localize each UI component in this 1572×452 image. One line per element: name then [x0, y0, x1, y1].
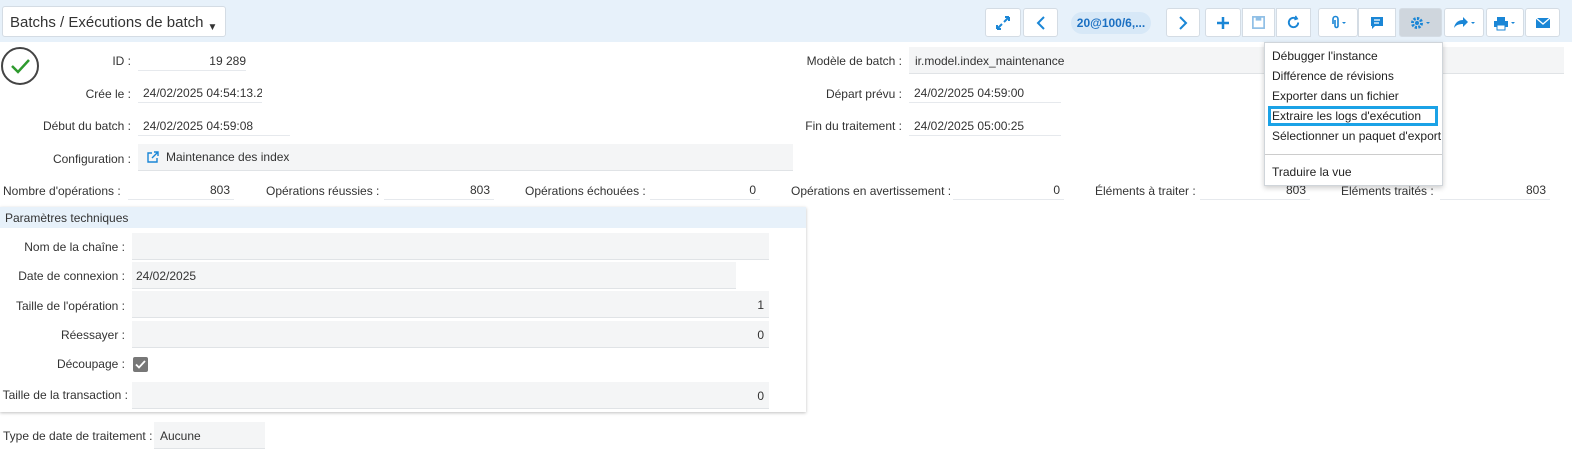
failed-operations-label: Opérations échouées : — [525, 184, 646, 198]
date-type-value[interactable]: Aucune — [160, 429, 201, 443]
end-label: Fin du traitement : — [805, 119, 902, 133]
items-processed-value: 803 — [1440, 180, 1550, 200]
comments-button[interactable] — [1358, 8, 1396, 37]
split-checkbox[interactable] — [133, 357, 148, 372]
transaction-size-value[interactable]: 0 — [757, 389, 764, 403]
top-toolbar: Batchs / Exécutions de batch ▼ 20@100/6,.… — [0, 0, 1572, 42]
model-label: Modèle de batch : — [806, 54, 902, 68]
breadcrumb-title: Batchs / Exécutions de batch — [10, 14, 204, 31]
success-operations-label: Opérations réussies : — [266, 184, 380, 198]
save-icon — [1252, 16, 1265, 29]
operation-size-value[interactable]: 1 — [757, 298, 764, 312]
breadcrumb[interactable]: Batchs / Exécutions de batch ▼ — [2, 6, 226, 37]
start-label: Début du batch : — [42, 119, 131, 133]
connection-date-field[interactable]: 24/02/2025 — [132, 262, 736, 289]
model-field[interactable]: ir.model.index_maintenance — [909, 47, 1564, 74]
transaction-size-field[interactable]: 0 — [132, 382, 769, 409]
print-button[interactable] — [1486, 8, 1524, 37]
menu-item-debug-instance[interactable]: Débugger l'instance — [1272, 49, 1378, 63]
retry-label: Réessayer : — [60, 328, 125, 342]
settings-button[interactable] — [1399, 8, 1442, 37]
warning-operations-label: Opérations en avertissement : — [791, 184, 952, 198]
planned-start-label: Départ prévu : — [825, 87, 902, 101]
configuration-value[interactable]: Maintenance des index — [166, 150, 289, 164]
share-arrow-icon — [1454, 16, 1475, 28]
end-value: 24/02/2025 05:00:25 — [909, 116, 1061, 136]
menu-item-translate-view[interactable]: Traduire la vue — [1272, 165, 1352, 179]
settings-dropdown-menu: Débugger l'instance Différence de révisi… — [1264, 42, 1443, 186]
gear-icon — [1410, 16, 1430, 29]
date-type-label: Type de date de traitement : — [3, 429, 153, 443]
warning-operations-value: 0 — [953, 180, 1064, 200]
envelope-icon — [1535, 17, 1550, 28]
operation-size-label: Taille de l'opération : — [15, 299, 125, 313]
retry-field[interactable]: 0 — [132, 321, 769, 348]
start-value: 24/02/2025 04:59:08 — [138, 116, 290, 136]
previous-button[interactable] — [1023, 8, 1058, 37]
split-label: Découpage : — [56, 357, 125, 371]
external-link-icon[interactable] — [146, 150, 160, 167]
expand-icon — [996, 15, 1010, 30]
date-type-field[interactable]: Aucune — [154, 422, 265, 449]
panel-header[interactable]: Paramètres techniques — [0, 207, 806, 228]
operation-size-field[interactable]: 1 — [132, 291, 769, 318]
comment-icon — [1371, 16, 1383, 29]
id-value: 19 289 — [138, 51, 246, 71]
technical-parameters-panel: Paramètres techniques Nom de la chaîne :… — [0, 207, 806, 412]
chain-name-label: Nom de la chaîne : — [24, 240, 125, 254]
refresh-button[interactable] — [1276, 8, 1311, 37]
menu-item-export-file[interactable]: Exporter dans un fichier — [1272, 89, 1399, 103]
chevron-right-icon — [1179, 15, 1188, 30]
chevron-left-icon — [1036, 15, 1045, 30]
refresh-icon — [1287, 15, 1300, 29]
chevron-down-icon: ▼ — [207, 22, 218, 33]
failed-operations-value: 0 — [650, 180, 760, 200]
operations-count-value: 803 — [128, 180, 234, 200]
pager-indicator[interactable]: 20@100/6,... — [1071, 12, 1151, 34]
connection-date-label: Date de connexion : — [18, 269, 125, 283]
save-button[interactable] — [1242, 8, 1275, 37]
status-success-icon — [1, 47, 39, 85]
planned-start-value: 24/02/2025 04:59:00 — [909, 83, 1061, 103]
menu-item-extract-logs[interactable]: Extraire les logs d'exécution — [1272, 109, 1421, 123]
transaction-size-label: Taille de la transaction : — [2, 388, 128, 402]
id-label: ID : — [112, 54, 131, 68]
configuration-field[interactable]: Maintenance des index — [138, 144, 793, 171]
fullscreen-button[interactable] — [985, 8, 1021, 37]
operations-count-label: Nombre d'opérations : — [3, 184, 121, 198]
chain-name-field[interactable] — [132, 233, 769, 260]
plus-icon — [1217, 16, 1229, 29]
success-operations-value: 803 — [384, 180, 494, 200]
items-to-process-label: Éléments à traiter : — [1095, 184, 1196, 198]
menu-item-revision-diff[interactable]: Différence de révisions — [1272, 69, 1394, 83]
menu-item-select-export-package[interactable]: Sélectionner un paquet d'export — [1272, 129, 1441, 143]
attachments-button[interactable] — [1318, 8, 1358, 37]
printer-icon — [1494, 16, 1515, 30]
model-value[interactable]: ir.model.index_maintenance — [915, 54, 1064, 68]
share-button[interactable] — [1444, 8, 1484, 37]
created-label: Crée le : — [85, 87, 131, 101]
check-icon — [135, 360, 146, 369]
email-button[interactable] — [1525, 8, 1560, 37]
created-value: 24/02/2025 04:54:13.29 — [138, 83, 262, 103]
items-processed-label: Éléments traités : — [1341, 184, 1434, 198]
connection-date-value[interactable]: 24/02/2025 — [136, 269, 196, 283]
paperclip-icon — [1332, 15, 1346, 28]
retry-value[interactable]: 0 — [757, 328, 764, 342]
menu-divider — [1265, 154, 1442, 155]
add-button[interactable] — [1205, 8, 1241, 37]
next-button[interactable] — [1166, 8, 1200, 37]
configuration-label: Configuration : — [52, 152, 131, 166]
